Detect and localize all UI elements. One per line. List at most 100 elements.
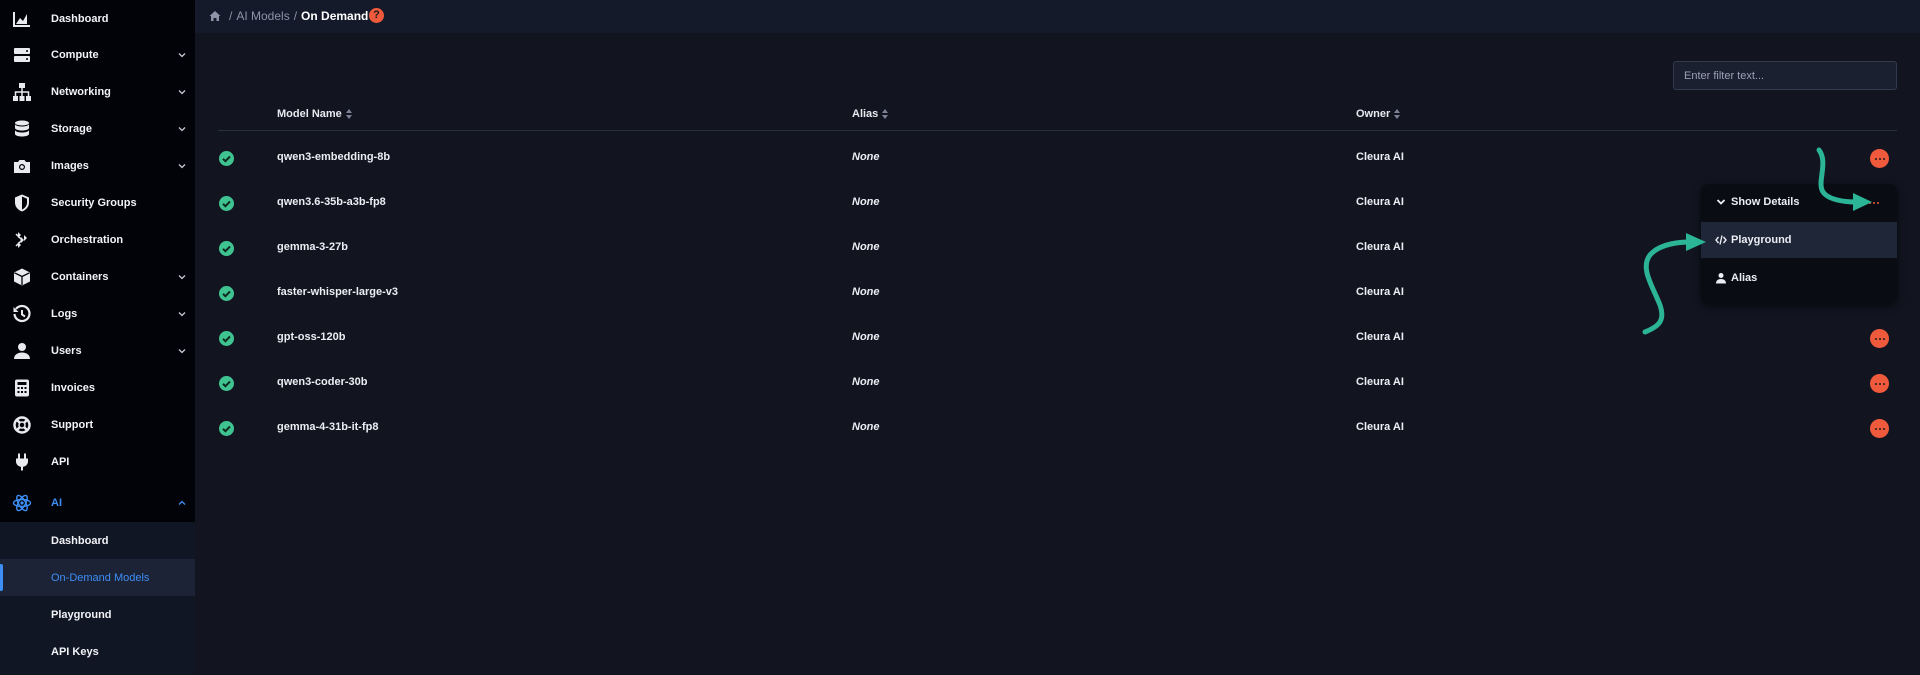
sidebar-item-label: API (51, 455, 70, 468)
chevron-down-icon (177, 50, 187, 60)
owner-cell: Cleura AI (1356, 196, 1404, 208)
help-icon[interactable]: ? (369, 8, 384, 23)
filter-input[interactable] (1673, 61, 1897, 90)
check-circle-icon (219, 196, 234, 211)
menu-item-alias[interactable]: Alias (1701, 260, 1897, 296)
chevron-down-icon (177, 272, 187, 282)
sidebar-item-logs[interactable]: Logs (0, 295, 195, 332)
user-icon (12, 341, 32, 361)
sidebar-item-invoices[interactable]: Invoices (0, 369, 195, 406)
menu-item-label: Playground (1731, 234, 1792, 246)
sidebar-subitem-on-demand-models[interactable]: On-Demand Models (0, 559, 195, 596)
more-actions-button-active[interactable] (1864, 193, 1883, 212)
user-icon (1715, 272, 1727, 284)
lifebuoy-icon (12, 415, 32, 435)
menu-item-playground[interactable]: Playground (1701, 222, 1897, 258)
breadcrumb-ai-models[interactable]: AI Models (236, 9, 289, 23)
sidebar-item-networking[interactable]: Networking (0, 73, 195, 110)
alias-cell: None (852, 286, 880, 298)
chevron-down-icon (177, 346, 187, 356)
sidebar-item-compute[interactable]: Compute (0, 36, 195, 73)
calculator-icon (12, 378, 32, 398)
alias-cell: None (852, 376, 880, 388)
network-icon (12, 82, 32, 102)
check-circle-icon (219, 376, 234, 391)
alias-cell: None (852, 196, 880, 208)
sidebar-item-storage[interactable]: Storage (0, 110, 195, 147)
sidebar-item-containers[interactable]: Containers (0, 258, 195, 295)
sidebar-item-label: Compute (51, 48, 99, 61)
server-icon (12, 45, 32, 65)
chevron-down-icon (177, 124, 187, 134)
orchestration-icon (12, 230, 32, 250)
model-name-cell: faster-whisper-large-v3 (277, 286, 399, 298)
shield-icon (12, 193, 32, 213)
row-actions-menu: Show Details Playground Alias (1701, 184, 1897, 304)
model-name-cell: qwen3.6-35b-a3b-fp8 (277, 196, 386, 208)
sidebar-item-api[interactable]: API (0, 443, 195, 480)
table-header: Model Name Alias Owner (218, 100, 1897, 131)
sidebar-subitem-api-keys[interactable]: API Keys (0, 633, 195, 670)
sidebar-item-label: Invoices (51, 381, 96, 394)
alias-cell: None (852, 331, 880, 343)
column-header-model-name[interactable]: Model Name (277, 108, 352, 120)
table-row: gemma-4-31b-it-fp8 None Cleura AI (218, 406, 1897, 451)
model-name-cell: qwen3-embedding-8b (277, 151, 391, 163)
owner-cell: Cleura AI (1356, 151, 1404, 163)
sidebar-item-label: Images (51, 159, 89, 172)
sidebar-item-orchestration[interactable]: Orchestration (0, 221, 195, 258)
cube-icon (12, 267, 32, 287)
sidebar-item-label: Orchestration (51, 233, 124, 246)
column-header-label: Alias (852, 108, 879, 120)
column-header-owner[interactable]: Owner (1356, 108, 1401, 120)
table-row: faster-whisper-large-v3 None Cleura AI (218, 271, 1897, 316)
menu-item-label: Alias (1731, 272, 1758, 284)
sidebar-item-support[interactable]: Support (0, 406, 195, 443)
sidebar-subitem-label: API Keys (51, 645, 99, 658)
chevron-down-icon (177, 87, 187, 97)
more-actions-button[interactable] (1870, 149, 1889, 168)
chart-area-icon (12, 9, 32, 29)
home-icon[interactable] (209, 10, 221, 22)
sidebar-item-label: AI (51, 496, 62, 509)
sidebar-subitem-playground[interactable]: Playground (0, 596, 195, 633)
alias-cell: None (852, 151, 880, 163)
table-row: qwen3.6-35b-a3b-fp8 None Cleura AI (218, 181, 1897, 226)
header-bar: / AI Models / On Demand ? (195, 0, 1920, 33)
more-actions-button[interactable] (1870, 374, 1889, 393)
sidebar: Dashboard Compute Networking Storage Ima… (0, 0, 195, 675)
owner-cell: Cleura AI (1356, 331, 1404, 343)
alias-cell: None (852, 421, 880, 433)
table-row: qwen3-embedding-8b None Cleura AI (218, 136, 1897, 181)
column-header-alias[interactable]: Alias (852, 108, 889, 120)
breadcrumb-separator: / (229, 9, 233, 23)
check-circle-icon (219, 241, 234, 256)
table-row: qwen3-coder-30b None Cleura AI (218, 361, 1897, 406)
breadcrumb-current: On Demand (301, 9, 369, 23)
sidebar-item-label: Users (51, 344, 82, 357)
check-circle-icon (219, 421, 234, 436)
sidebar-item-ai[interactable]: AI (0, 484, 195, 521)
chevron-down-icon (177, 161, 187, 171)
menu-item-label: Show Details (1731, 196, 1800, 208)
model-name-cell: qwen3-coder-30b (277, 376, 368, 388)
check-circle-icon (219, 331, 234, 346)
sidebar-item-images[interactable]: Images (0, 147, 195, 184)
alias-cell: None (852, 241, 880, 253)
table-row: gpt-oss-120b None Cleura AI (218, 316, 1897, 361)
breadcrumb-separator: / (293, 9, 298, 23)
ai-submenu: Dashboard On-Demand Models Playground AP… (0, 522, 195, 675)
chevron-down-icon (1715, 196, 1727, 208)
sidebar-item-label: Storage (51, 122, 92, 135)
more-actions-button[interactable] (1870, 329, 1889, 348)
sidebar-subitem-ai-dashboard[interactable]: Dashboard (0, 522, 195, 559)
column-header-label: Owner (1356, 108, 1391, 120)
sidebar-item-security-groups[interactable]: Security Groups (0, 184, 195, 221)
sidebar-item-users[interactable]: Users (0, 332, 195, 369)
atom-icon (12, 493, 32, 513)
more-actions-button[interactable] (1870, 419, 1889, 438)
sidebar-item-dashboard[interactable]: Dashboard (0, 0, 195, 37)
sidebar-item-label: Support (51, 418, 94, 431)
menu-item-show-details[interactable]: Show Details (1701, 184, 1897, 220)
sidebar-subitem-label: On-Demand Models (51, 571, 150, 584)
